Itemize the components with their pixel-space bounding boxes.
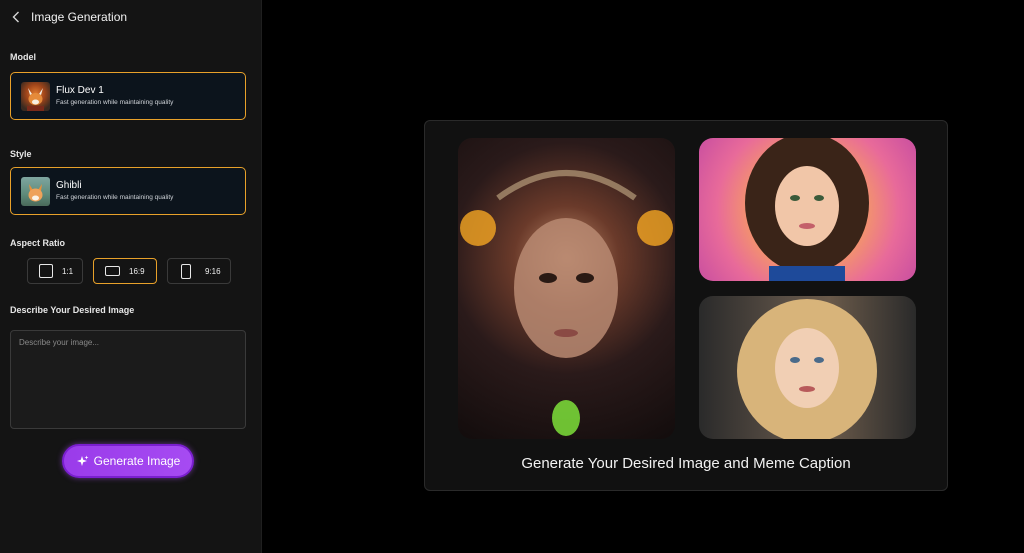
- generate-image-label: Generate Image: [93, 454, 181, 468]
- style-description: Fast generation while maintaining qualit…: [56, 193, 174, 201]
- settings-sidebar: Image Generation Model Flux Dev 1 Fast g…: [0, 0, 262, 553]
- style-name: Ghibli: [56, 179, 82, 191]
- model-thumbnail: [21, 81, 50, 111]
- prompt-textarea[interactable]: [10, 330, 246, 429]
- preview-panel: Generate Your Desired Image and Meme Cap…: [424, 120, 948, 491]
- model-label: Model: [10, 52, 36, 62]
- sample-image-woman-blonde: [699, 296, 916, 439]
- sample-image-woman-brunette: [699, 138, 916, 281]
- sidebar-header: Image Generation: [10, 9, 127, 25]
- prompt-label: Describe Your Desired Image: [10, 305, 135, 315]
- ratio-option-16-9[interactable]: 16:9: [93, 258, 157, 284]
- landscape-icon: [105, 266, 120, 276]
- square-icon: [39, 264, 53, 278]
- ratio-option-1-1[interactable]: 1:1: [27, 258, 83, 284]
- style-label: Style: [10, 149, 32, 159]
- preview-caption: Generate Your Desired Image and Meme Cap…: [521, 455, 851, 472]
- sample-image-cyborg-portrait: [458, 138, 675, 439]
- model-card[interactable]: Flux Dev 1 Fast generation while maintai…: [10, 72, 246, 120]
- model-description: Fast generation while maintaining qualit…: [56, 98, 174, 106]
- ratio-option-9-16[interactable]: 9:16: [167, 258, 231, 284]
- chevron-left-icon[interactable]: [10, 9, 22, 25]
- ratio-option-label: 16:9: [129, 266, 145, 276]
- ratio-option-label: 9:16: [205, 266, 221, 276]
- page-title: Image Generation: [31, 10, 128, 24]
- sparkle-icon: [76, 455, 89, 468]
- generate-image-button[interactable]: Generate Image: [62, 444, 194, 478]
- style-card[interactable]: Ghibli Fast generation while maintaining…: [10, 167, 246, 215]
- model-name: Flux Dev 1: [56, 84, 104, 96]
- aspect-ratio-options: 1:1 16:9 9:16: [27, 258, 241, 284]
- ratio-option-label: 1:1: [62, 266, 74, 276]
- portrait-icon: [181, 263, 191, 279]
- style-thumbnail: [21, 176, 50, 206]
- aspect-ratio-label: Aspect Ratio: [10, 238, 66, 248]
